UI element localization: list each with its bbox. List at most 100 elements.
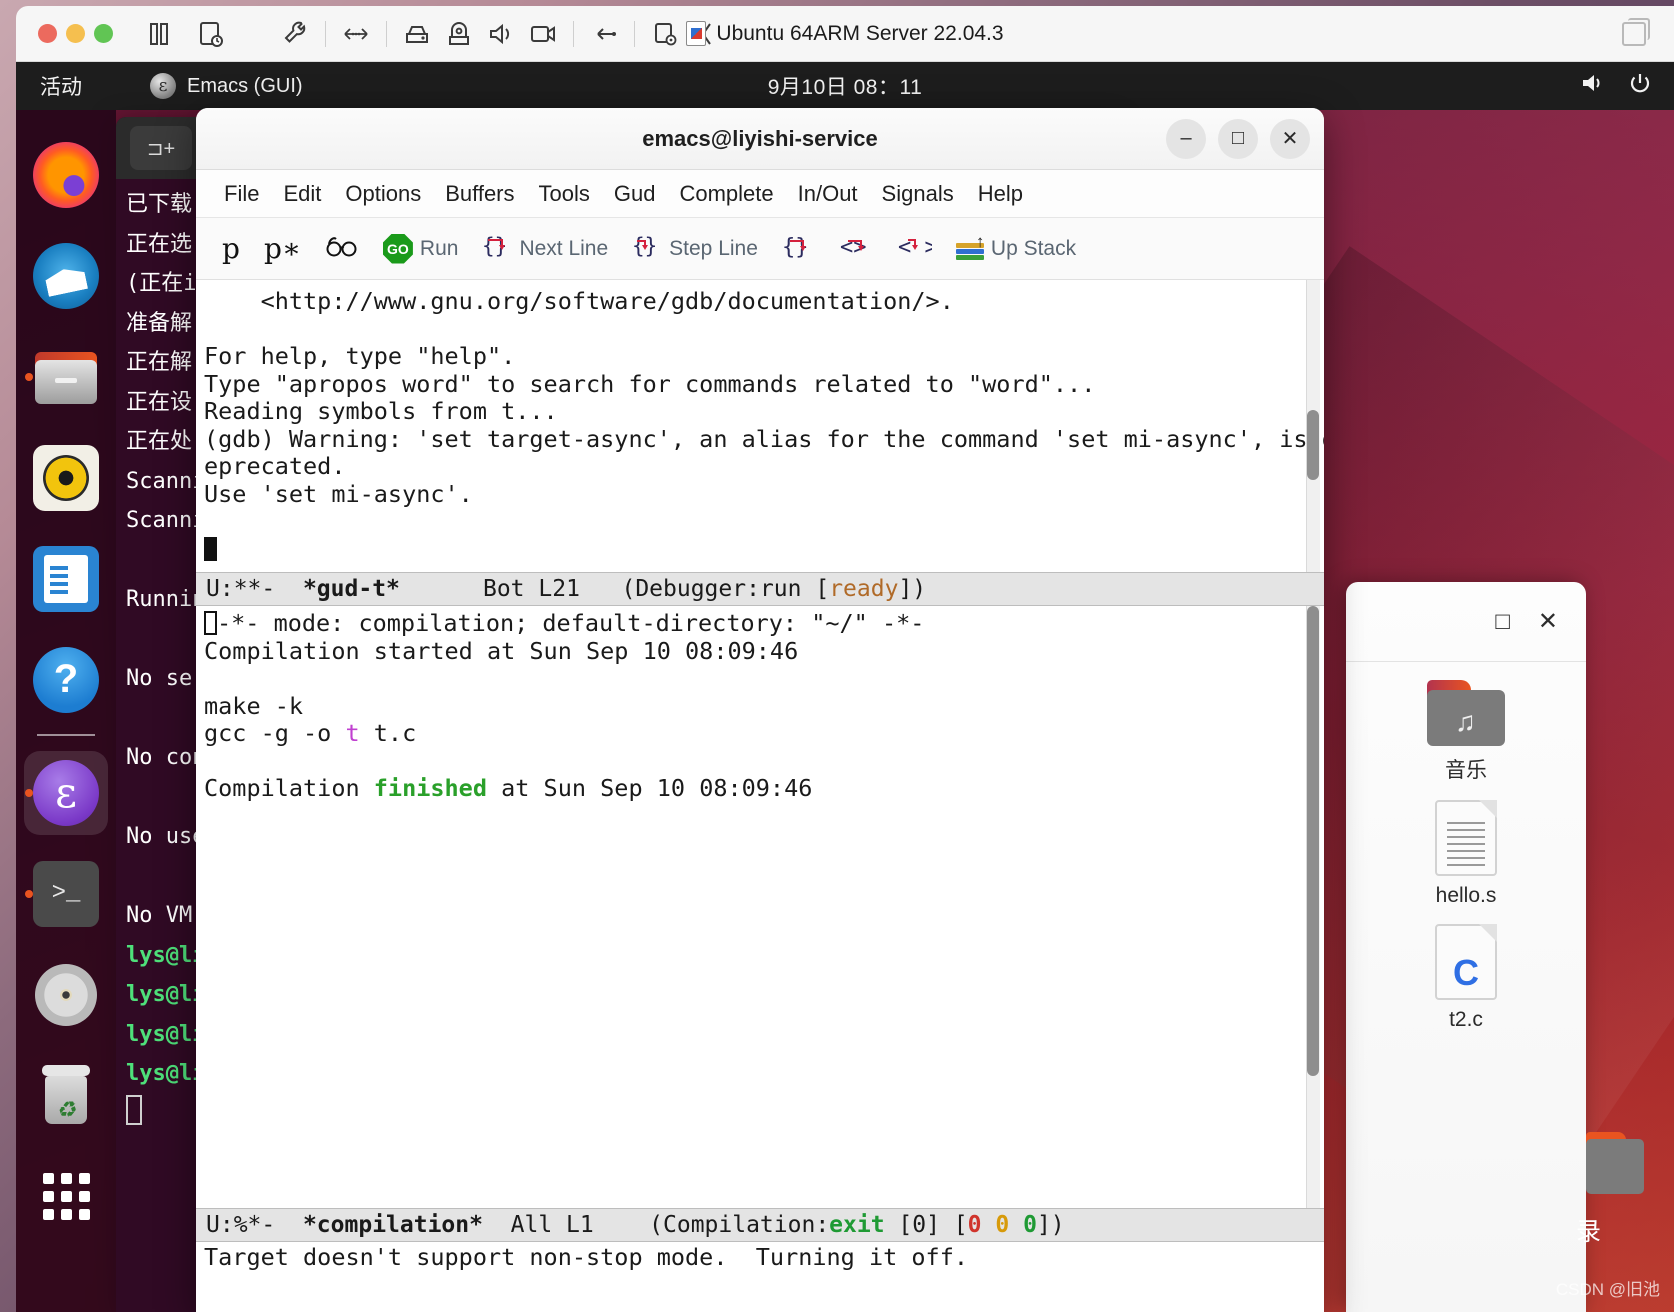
- emacs-window[interactable]: emacs@liyishi-service – □ ✕ File Edit Op…: [196, 108, 1324, 1312]
- maximize-window-button[interactable]: [94, 24, 113, 43]
- desktop-folder-icon[interactable]: [1586, 1132, 1644, 1194]
- sidebar-item-show-apps[interactable]: [16, 1146, 116, 1247]
- sidebar-item-disc[interactable]: [16, 944, 116, 1045]
- next-instruction-icon: {}: [782, 233, 816, 264]
- menu-item-help[interactable]: Help: [966, 177, 1035, 211]
- panel-clock[interactable]: 9月10日 08：11: [16, 71, 1674, 101]
- compilation-warning-count: 0: [995, 1212, 1010, 1238]
- menu-item-file[interactable]: File: [212, 177, 271, 211]
- compilation-gcc-prefix: gcc -g -o: [204, 719, 346, 747]
- compilation-buffer-pane[interactable]: -*- mode: compilation; default-directory…: [196, 606, 1324, 1208]
- firefox-icon: [33, 141, 99, 208]
- sidebar-item-files[interactable]: [16, 326, 116, 427]
- toolbar-step-line-button[interactable]: {} Step Line: [620, 226, 770, 272]
- toolbar-watch-button[interactable]: [313, 226, 371, 272]
- compilation-modeline-suffix: ]): [1036, 1212, 1065, 1238]
- snapshot-icon[interactable]: [191, 14, 231, 54]
- volume-icon[interactable]: [1580, 72, 1606, 100]
- compilation-info-count: 0: [1023, 1212, 1037, 1238]
- terminal-line: No use: [126, 824, 206, 849]
- terminal-prompt-line: lys@li: [126, 1061, 206, 1086]
- collapse-icon[interactable]: [687, 14, 727, 54]
- gud-line: (gdb) Warning: 'set target-async', an al…: [204, 424, 1324, 453]
- gud-scrollbar-thumb[interactable]: [1307, 410, 1319, 480]
- go-run-icon: GO: [382, 233, 413, 264]
- list-item[interactable]: ♫ 音乐: [1386, 680, 1546, 784]
- toolbar-step-instruction-button[interactable]: <>: [828, 226, 886, 272]
- vm-restore-icon[interactable]: [1622, 18, 1650, 46]
- compilation-modeline-flags: U:%*-: [206, 1212, 276, 1238]
- network-icon[interactable]: [336, 14, 376, 54]
- display-icon[interactable]: [523, 14, 563, 54]
- menu-item-gud[interactable]: Gud: [602, 177, 668, 211]
- settings-wrench-icon[interactable]: [275, 14, 315, 54]
- gud-line: Use 'set mi-async'.: [204, 479, 473, 508]
- emacs-titlebar: emacs@liyishi-service – □ ✕: [196, 108, 1324, 170]
- step-instruction-icon: <>: [840, 233, 874, 264]
- file-manager-window[interactable]: □ ✕ ♫ 音乐 hello.s C t2.c: [1346, 582, 1586, 1312]
- gud-modeline: U:**- *gud-t* Bot L21 (Debugger:run [rea…: [196, 572, 1324, 606]
- close-icon[interactable]: ✕: [1270, 118, 1310, 159]
- compilation-scrollbar-thumb[interactable]: [1307, 606, 1319, 1076]
- printer-icon[interactable]: [645, 14, 685, 54]
- new-tab-button[interactable]: ⊐+: [130, 126, 192, 170]
- list-item[interactable]: C t2.c: [1386, 924, 1546, 1032]
- power-icon[interactable]: [1628, 71, 1652, 101]
- emacs-minibuffer[interactable]: Target doesn't support non-stop mode. Tu…: [196, 1242, 1324, 1272]
- ubuntu-guest-screen: 活动 ε Emacs (GUI) 9月10日 08：11 ⊐+ 已下载 正在选 …: [16, 62, 1674, 1312]
- list-item[interactable]: hello.s: [1386, 800, 1546, 908]
- toolbar-next-instruction-button[interactable]: {}: [770, 226, 828, 272]
- print-p-star-icon: p∗: [263, 232, 301, 265]
- menu-item-signals[interactable]: Signals: [870, 177, 966, 211]
- pause-icon[interactable]: [139, 14, 179, 54]
- minimize-window-button[interactable]: [66, 24, 85, 43]
- gud-line: Type "apropos word" to search for comman…: [204, 369, 1096, 398]
- file-label: 音乐: [1445, 759, 1487, 782]
- menu-item-inout[interactable]: In/Out: [786, 177, 870, 211]
- up-stack-icon: ↑: [955, 232, 984, 260]
- file-manager-titlebar: □ ✕: [1346, 582, 1586, 662]
- menu-item-edit[interactable]: Edit: [271, 177, 333, 211]
- gud-modeline-mode-prefix: (Debugger:run [: [621, 576, 830, 602]
- usb-icon[interactable]: [584, 14, 624, 54]
- sidebar-item-rhythmbox[interactable]: [16, 427, 116, 528]
- terminal-line: Scanni: [126, 468, 206, 494]
- toolbar-next-line-button[interactable]: {} Next Line: [470, 226, 620, 272]
- sidebar-item-terminal[interactable]: >_: [16, 843, 116, 944]
- minimize-icon[interactable]: –: [1166, 118, 1206, 159]
- maximize-icon[interactable]: □: [1218, 118, 1258, 159]
- sidebar-item-thunderbird[interactable]: [16, 225, 116, 326]
- harddisk-icon[interactable]: [397, 14, 437, 54]
- toolbar-print-button[interactable]: p: [210, 226, 252, 272]
- toolbar-print-star-button[interactable]: p∗: [252, 226, 313, 272]
- menu-item-tools[interactable]: Tools: [527, 177, 602, 211]
- menu-item-options[interactable]: Options: [333, 177, 433, 211]
- sound-icon[interactable]: [481, 14, 521, 54]
- camera-icon[interactable]: [439, 14, 479, 54]
- sidebar-item-help[interactable]: ?: [16, 629, 116, 730]
- terminal-line: No con: [126, 745, 206, 770]
- terminal-line: (正在i: [126, 271, 197, 296]
- toolbar-finish-button[interactable]: < >: [886, 226, 944, 272]
- sidebar-item-libreoffice-writer[interactable]: [16, 528, 116, 629]
- compilation-buffer-text[interactable]: -*- mode: compilation; default-directory…: [196, 606, 1324, 803]
- menu-item-buffers[interactable]: Buffers: [433, 177, 526, 211]
- gud-buffer-text[interactable]: <http://www.gnu.org/software/gdb/documen…: [196, 280, 1324, 563]
- terminal-line: 正在解: [126, 350, 193, 375]
- close-icon[interactable]: ✕: [1538, 609, 1558, 634]
- close-window-button[interactable]: [38, 24, 57, 43]
- sidebar-item-firefox[interactable]: [16, 124, 116, 225]
- toolbar-run-button[interactable]: GO Run: [371, 226, 471, 272]
- gud-buffer-pane[interactable]: <http://www.gnu.org/software/gdb/documen…: [196, 280, 1324, 572]
- window-traffic-lights[interactable]: [38, 24, 113, 43]
- rhythmbox-icon: [33, 444, 99, 511]
- toolbar-divider: [386, 20, 387, 47]
- sidebar-item-trash[interactable]: ♻: [16, 1045, 116, 1146]
- disc-image-icon: [35, 963, 97, 1026]
- sidebar-item-emacs[interactable]: ε: [16, 742, 116, 843]
- toolbar-up-stack-button[interactable]: ↑ Up Stack: [944, 226, 1088, 272]
- compilation-gcc-target: t: [345, 719, 360, 747]
- menu-item-complete[interactable]: Complete: [667, 177, 785, 211]
- maximize-icon[interactable]: □: [1495, 609, 1510, 634]
- toolbar-up-stack-label: Up Stack: [990, 236, 1077, 260]
